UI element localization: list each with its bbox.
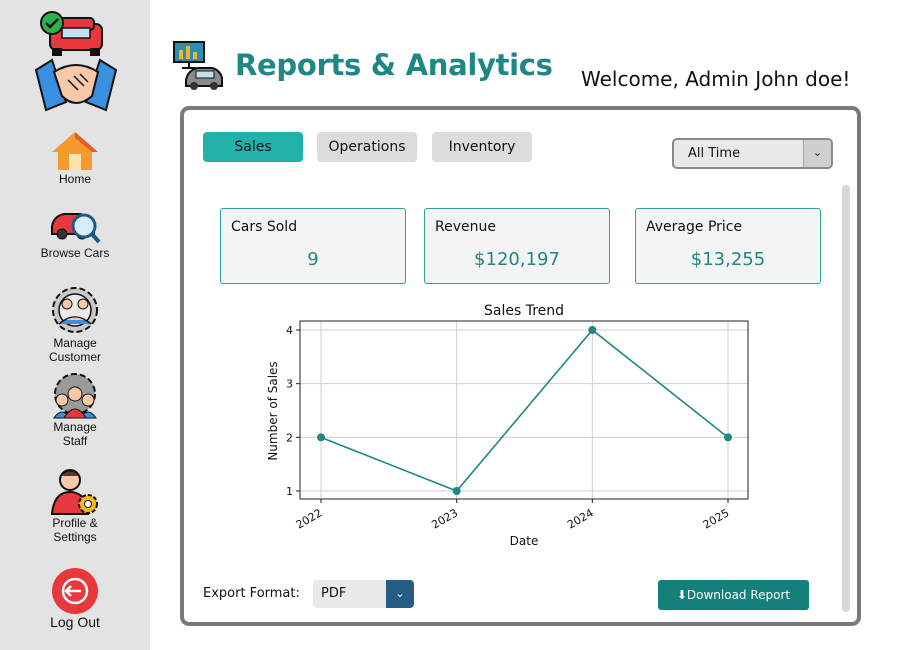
stat-value: 9 <box>307 249 319 270</box>
stat-label: Average Price <box>646 219 743 235</box>
y-tick-label: 1 <box>286 485 293 498</box>
chevron-down-icon[interactable]: ⌄ <box>386 580 414 608</box>
stat-label: Cars Sold <box>231 219 298 235</box>
chart-x-label: Date <box>510 534 539 548</box>
sidebar: Home Browse Cars Manage Customer Manage … <box>0 0 150 650</box>
dealership-logo <box>34 11 118 112</box>
data-point <box>588 326 597 334</box>
y-tick-label: 3 <box>286 378 293 391</box>
stat-card-average-price: Average Price $13,255 <box>635 208 821 284</box>
sidebar-item-manage-staff[interactable]: Manage Staff <box>0 372 150 448</box>
stat-value: $120,197 <box>474 249 560 270</box>
y-tick-label: 2 <box>286 431 293 444</box>
stat-value: $13,255 <box>690 249 766 270</box>
analytics-car-icon <box>173 41 223 90</box>
sidebar-item-profile-settings[interactable]: Profile & Settings <box>0 466 150 544</box>
chart-y-label: Number of Sales <box>266 361 280 460</box>
x-tick-label: 2024 <box>565 506 596 531</box>
chart-series <box>317 326 732 495</box>
chart-title: Sales Trend <box>484 303 564 319</box>
export-format-label: Export Format: <box>203 586 300 601</box>
data-point <box>452 487 461 495</box>
stat-card-revenue: Revenue $120,197 <box>424 208 610 284</box>
home-icon <box>52 132 98 170</box>
data-point <box>317 433 325 442</box>
x-tick-label: 2025 <box>701 506 732 531</box>
series-line <box>320 328 729 492</box>
vertical-scrollbar[interactable] <box>842 185 850 612</box>
chevron-down-icon[interactable]: ⌄ <box>803 140 831 167</box>
tab-operations[interactable]: Operations <box>317 132 417 162</box>
car-search-icon <box>51 213 101 244</box>
y-tick-label: 4 <box>286 324 293 337</box>
sidebar-item-browse-cars[interactable]: Browse Cars <box>0 206 150 260</box>
tab-sales[interactable]: Sales <box>203 132 303 162</box>
page-title: Reports & Analytics <box>235 48 553 82</box>
export-format-value: PDF <box>321 586 347 601</box>
sidebar-item-label: Manage Staff <box>53 420 97 448</box>
logout-button[interactable]: Log Out <box>0 567 150 629</box>
sidebar-item-label: Home <box>58 172 91 186</box>
data-point <box>724 433 732 442</box>
x-tick-label: 2023 <box>429 506 460 531</box>
welcome-message: Welcome, Admin John doe! <box>581 67 851 91</box>
chart-ticks: 1 2 3 4 2022 2023 2024 2025 <box>286 324 732 532</box>
sidebar-item-label: Manage Customer <box>48 336 101 364</box>
logout-icon <box>52 568 98 614</box>
customer-gear-icon <box>52 287 98 333</box>
sidebar-item-label: Log Out <box>50 614 100 630</box>
sales-trend-chart: Sales Trend Date Number of Sales 1 2 3 4 202… <box>266 303 749 548</box>
sidebar-item-label: Browse Cars <box>40 246 110 260</box>
download-report-button[interactable]: ⬇Download Report <box>658 580 809 610</box>
staff-icon <box>53 373 97 419</box>
stat-card-cars-sold: Cars Sold 9 <box>220 208 406 284</box>
sidebar-item-home[interactable]: Home <box>0 130 150 186</box>
stat-label: Revenue <box>435 219 496 235</box>
sidebar-item-label: Profile & Settings <box>52 516 98 544</box>
profile-settings-icon <box>50 469 98 515</box>
tab-inventory[interactable]: Inventory <box>432 132 532 162</box>
export-format-select[interactable]: PDF ⌄ <box>313 580 414 608</box>
time-filter-value: All Time <box>688 146 741 161</box>
sidebar-item-manage-customer[interactable]: Manage Customer <box>0 284 150 364</box>
time-filter-select[interactable]: All Time ⌄ <box>672 138 833 169</box>
x-tick-label: 2022 <box>294 506 325 531</box>
